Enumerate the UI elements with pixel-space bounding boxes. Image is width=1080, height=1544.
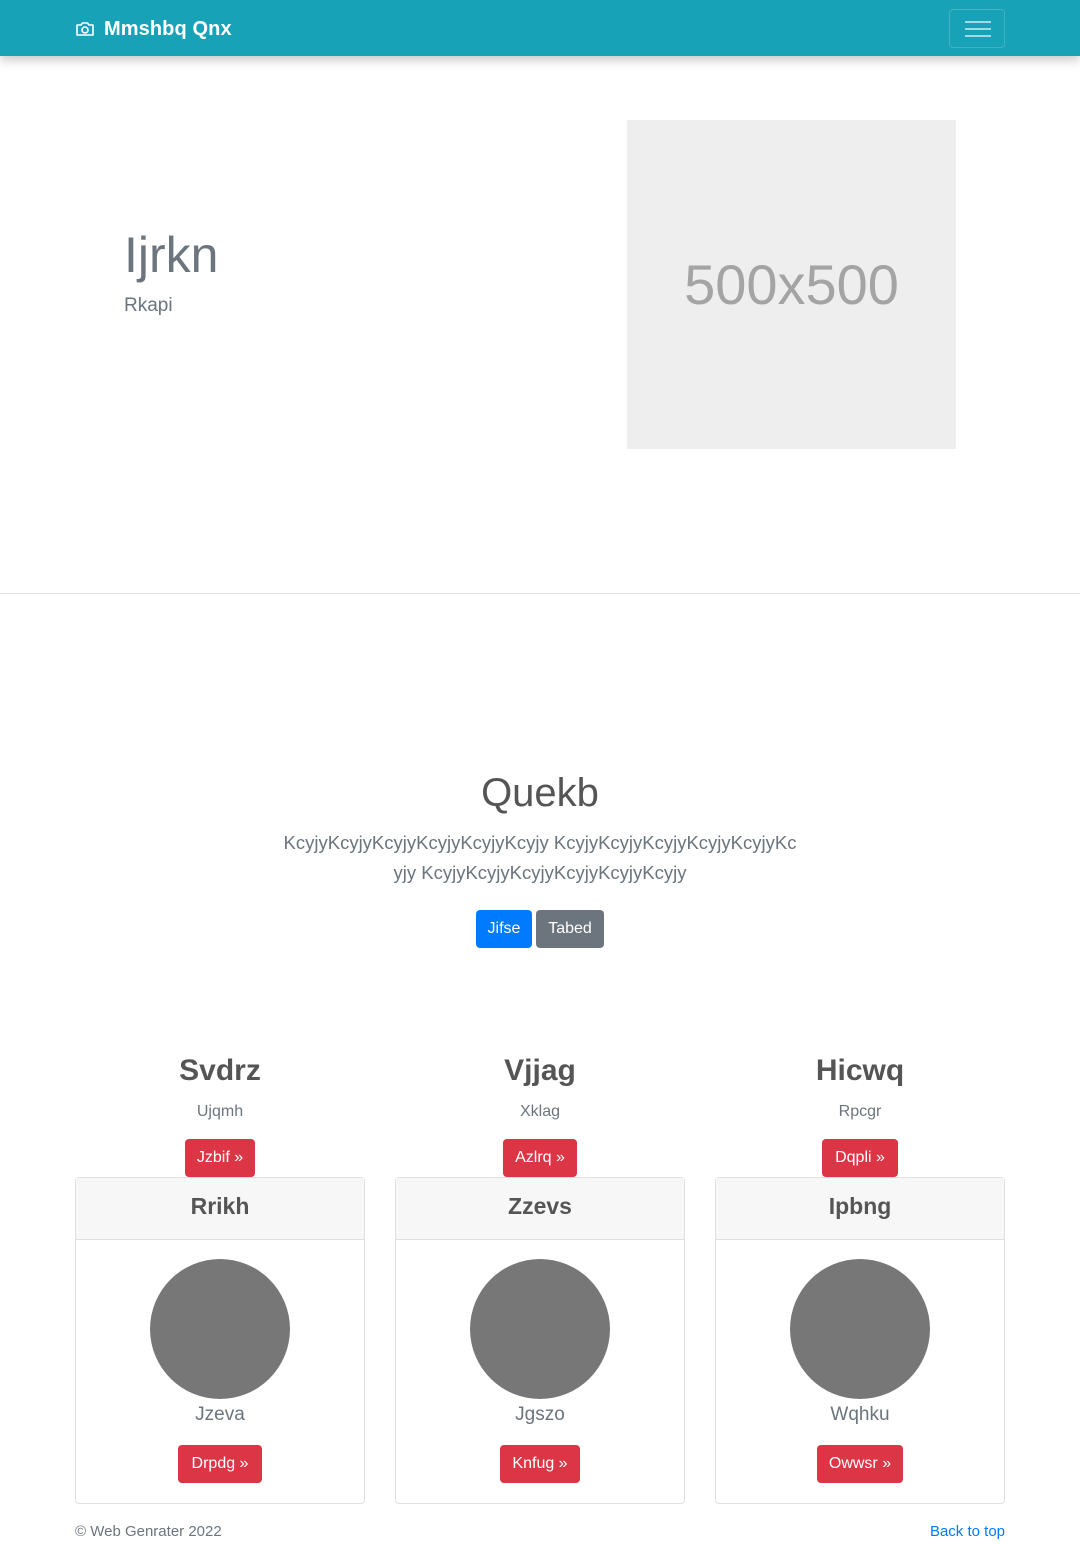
avatar [470,1259,610,1399]
primary-button[interactable]: Jifse [476,910,532,948]
feature-title: Quekb [481,771,599,815]
footer-copyright: © Web Genrater 2022 [75,1523,222,1540]
card-button[interactable]: Owwsr » [817,1445,903,1483]
hero-image-placeholder: 500x500 [627,120,956,449]
hero-title: Ijrkn [124,227,219,283]
column-title: Hicwq [815,1054,905,1087]
column-button[interactable]: Jzbif » [185,1139,255,1177]
hamburger-icon [965,35,991,37]
feature-text: KcyjyKcyjyKcyjyKcyjyKcyjyKcyjy KcyjyKcyj… [283,832,797,883]
column-subtitle: Xklag [519,1103,561,1120]
card-button[interactable]: Knfug » [500,1445,580,1483]
navbar: Mmshbq Qnx [0,0,1080,56]
card-name: Jgszo [515,1404,565,1425]
navbar-brand[interactable]: Mmshbq Qnx [75,16,232,42]
column-title: Vjjag [504,1054,576,1087]
avatar [150,1259,290,1399]
section-divider [0,593,1080,594]
navbar-toggler-button[interactable] [949,9,1005,48]
back-to-top-link[interactable]: Back to top [930,1523,1005,1540]
secondary-button[interactable]: Tabed [536,910,604,948]
column-subtitle: Rpcgr [838,1103,882,1120]
card-button[interactable]: Drpdg » [178,1445,262,1483]
hero-subtitle: Rkapi [124,295,173,316]
profile-card: Rrikh Jzeva Drpdg » [75,1177,365,1504]
card-name: Jzeva [195,1404,245,1425]
avatar [790,1259,930,1399]
brand-label: Mmshbq Qnx [104,17,232,40]
profile-card: Ipbng Wqhku Owwsr » [715,1177,1005,1504]
card-header: Rrikh [76,1178,364,1240]
column-button[interactable]: Dqpli » [822,1139,898,1177]
column-subtitle: Ujqmh [196,1103,244,1120]
card-name: Wqhku [830,1404,890,1425]
column-title: Svdrz [179,1054,261,1087]
hamburger-icon [965,21,991,23]
camera-icon [76,22,94,36]
card-header: Zzevs [396,1178,684,1240]
placeholder-label: 500x500 [684,253,899,316]
card-header: Ipbng [716,1178,1004,1240]
column-button[interactable]: Azlrq » [503,1139,577,1177]
profile-card: Zzevs Jgszo Knfug » [395,1177,685,1504]
hamburger-icon [965,28,991,30]
